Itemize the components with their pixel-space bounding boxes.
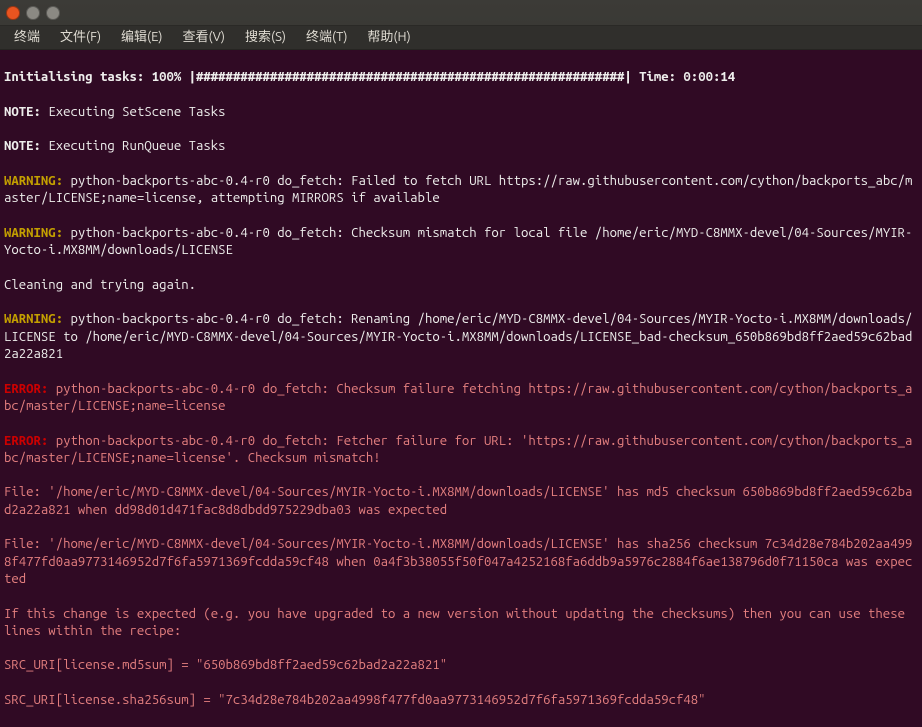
maximize-icon[interactable] (46, 6, 60, 20)
warning-label: WARNING: (4, 174, 63, 188)
error-label: ERROR: (4, 434, 48, 448)
error-detail: File: '/home/eric/MYD-C8MMX-devel/04-Sou… (4, 484, 918, 519)
error-label: ERROR: (4, 382, 48, 396)
init-text: Initialising tasks: 100% | (4, 70, 196, 84)
menu-item-search[interactable]: 搜索(S) (235, 26, 296, 49)
menu-item-terminal[interactable]: 终端 (4, 26, 50, 49)
warning-label: WARNING: (4, 226, 63, 240)
warning-text: python-backports-abc-0.4-r0 do_fetch: Re… (4, 312, 912, 361)
note-label: NOTE: (4, 139, 41, 153)
progress-bar: ########################################… (196, 70, 624, 84)
menu-bar: 终端 文件(F) 编辑(E) 查看(V) 搜索(S) 终端(T) 帮助(H) (0, 26, 922, 50)
close-icon[interactable] (6, 6, 20, 20)
note-text: Executing RunQueue Tasks (41, 139, 226, 153)
error-text: python-backports-abc-0.4-r0 do_fetch: Ch… (4, 382, 912, 413)
terminal-output[interactable]: Initialising tasks: 100% |##############… (0, 50, 922, 727)
error-text: python-backports-abc-0.4-r0 do_fetch: Fe… (4, 434, 912, 465)
warning-cont: Cleaning and trying again. (4, 277, 918, 294)
menu-item-help[interactable]: 帮助(H) (357, 26, 420, 49)
menu-item-view[interactable]: 查看(V) (173, 26, 235, 49)
note-label: NOTE: (4, 105, 41, 119)
error-detail: SRC_URI[license.md5sum] = "650b869bd8ff2… (4, 657, 918, 674)
warning-text: python-backports-abc-0.4-r0 do_fetch: Fa… (4, 174, 912, 205)
warning-text: python-backports-abc-0.4-r0 do_fetch: Ch… (4, 226, 912, 257)
error-detail: SRC_URI[license.sha256sum] = "7c34d28e78… (4, 692, 918, 709)
warning-label: WARNING: (4, 312, 63, 326)
init-time: | Time: 0:00:14 (624, 70, 735, 84)
minimize-icon[interactable] (26, 6, 40, 20)
window-title-bar (0, 0, 922, 26)
menu-item-file[interactable]: 文件(F) (50, 26, 111, 49)
error-detail: File: '/home/eric/MYD-C8MMX-devel/04-Sou… (4, 536, 918, 588)
menu-item-edit[interactable]: 编辑(E) (111, 26, 172, 49)
error-detail: If this change is expected (e.g. you hav… (4, 606, 918, 641)
menu-item-terminal2[interactable]: 终端(T) (296, 26, 357, 49)
note-text: Executing SetScene Tasks (41, 105, 226, 119)
